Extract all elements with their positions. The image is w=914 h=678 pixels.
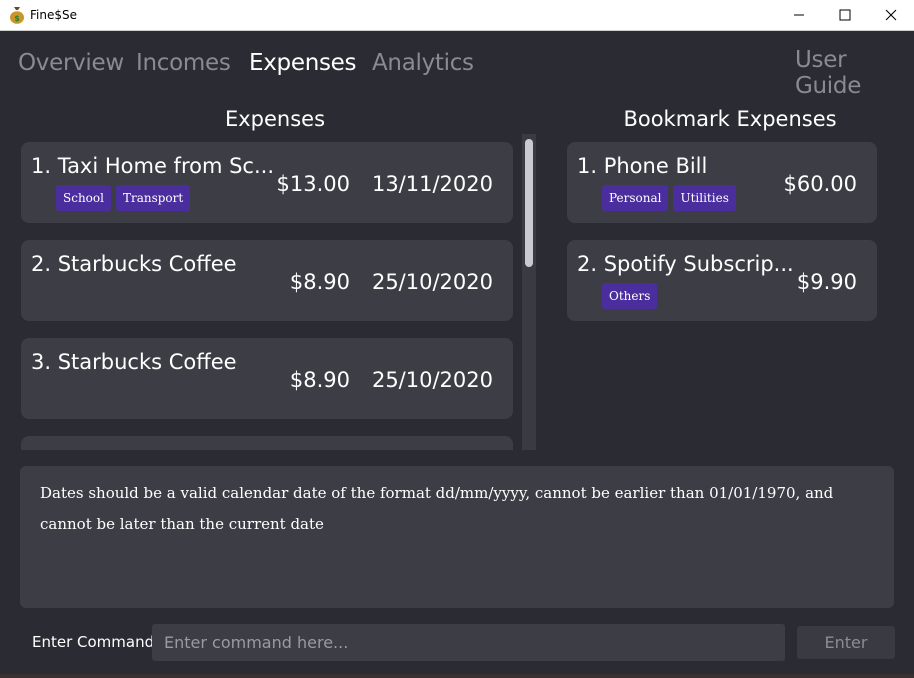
tab-analytics[interactable]: Analytics <box>372 50 474 76</box>
expense-amount: $8.90 <box>289 368 350 392</box>
expense-date: 25/10/2020 <box>371 368 493 392</box>
expenses-title: Expenses <box>224 107 326 131</box>
tag: School <box>56 185 111 211</box>
bookmark-amount: $9.90 <box>796 270 857 294</box>
expense-card[interactable]: 3. Starbucks Coffee $8.90 25/10/2020 <box>21 338 513 419</box>
close-button[interactable] <box>868 0 914 30</box>
scrollbar-thumb[interactable] <box>525 139 533 267</box>
expense-date: 25/10/2020 <box>371 270 493 294</box>
expense-list[interactable]: 1. Taxi Home from Sc... $13.00 13/11/202… <box>20 140 517 450</box>
window-title: Fine$Se <box>30 8 77 22</box>
result-display: Dates should be a valid calendar date of… <box>20 466 894 608</box>
window-bottom-edge <box>0 674 914 678</box>
title-bar: $ Fine$Se <box>0 0 914 31</box>
bookmark-expenses-title: Bookmark Expenses <box>623 107 837 131</box>
tag: Personal <box>602 185 669 211</box>
bookmark-name: 1. Phone Bill <box>577 154 708 178</box>
money-bag-icon: $ <box>10 7 24 24</box>
expense-amount: $13.00 <box>276 172 350 196</box>
tag: Others <box>602 283 658 309</box>
user-guide-link[interactable]: User Guide <box>795 47 914 99</box>
tag-list: School Transport <box>56 185 191 211</box>
command-input[interactable] <box>152 624 785 661</box>
bookmark-amount: $60.00 <box>783 172 857 196</box>
expense-name: 2. Starbucks Coffee <box>31 252 237 276</box>
maximize-icon <box>839 9 851 21</box>
close-icon <box>885 9 897 21</box>
expense-name: 3. Starbucks Coffee <box>31 350 237 374</box>
expense-card[interactable]: 2. Starbucks Coffee $8.90 25/10/2020 <box>21 240 513 321</box>
maximize-button[interactable] <box>822 0 868 30</box>
bookmark-card[interactable]: 2. Spotify Subscrip... $9.90 Others <box>567 240 877 321</box>
tag-list: Personal Utilities <box>602 185 736 211</box>
bookmark-name: 2. Spotify Subscrip... <box>577 252 794 276</box>
result-message: Dates should be a valid calendar date of… <box>40 484 834 533</box>
expense-date: 13/11/2020 <box>371 172 493 196</box>
expense-amount: $8.90 <box>289 270 350 294</box>
command-label: Enter Command: <box>32 633 160 651</box>
svg-text:$: $ <box>14 14 20 23</box>
expense-name: 1. Taxi Home from Sc... <box>31 154 275 178</box>
tag-list: Others <box>602 283 658 309</box>
tab-overview[interactable]: Overview <box>18 50 124 76</box>
minimize-icon <box>794 14 804 16</box>
tag: Transport <box>115 185 191 211</box>
enter-button[interactable]: Enter <box>797 626 895 659</box>
bookmark-card[interactable]: 1. Phone Bill $60.00 Personal Utilities <box>567 142 877 223</box>
minimize-button[interactable] <box>776 0 822 30</box>
tab-incomes[interactable]: Incomes <box>136 50 231 76</box>
expense-scrollbar[interactable] <box>522 134 536 450</box>
tab-expenses[interactable]: Expenses <box>249 50 356 76</box>
tag: Utilities <box>673 185 736 211</box>
expense-card[interactable]: 1. Taxi Home from Sc... $13.00 13/11/202… <box>21 142 513 223</box>
expense-card-partial[interactable] <box>21 436 513 450</box>
